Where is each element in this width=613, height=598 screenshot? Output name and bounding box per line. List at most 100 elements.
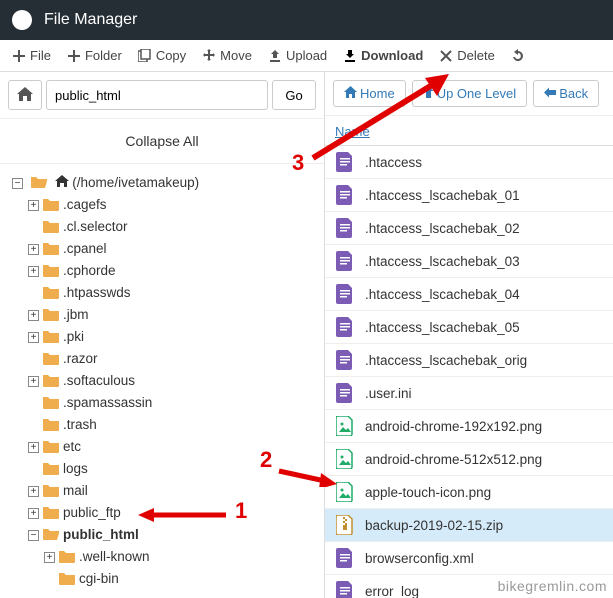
- tree-item-label[interactable]: .spamassassin: [63, 395, 152, 410]
- toggle-icon[interactable]: +: [28, 486, 39, 497]
- tree-item[interactable]: cgi-bin: [44, 568, 320, 590]
- copy-button[interactable]: Copy: [130, 44, 194, 67]
- file-row[interactable]: backup-2019-02-15.zip: [325, 509, 613, 542]
- tree-item-label[interactable]: public_ftp: [63, 505, 121, 520]
- file-type-icon: [335, 481, 355, 503]
- folder-icon: [43, 350, 59, 364]
- folder-icon: [43, 306, 59, 320]
- toggle-icon[interactable]: +: [28, 332, 39, 343]
- toggle-icon[interactable]: +: [44, 552, 55, 563]
- toggle-icon[interactable]: +: [28, 244, 39, 255]
- go-button[interactable]: Go: [272, 80, 316, 110]
- tree-item-label[interactable]: .razor: [63, 351, 98, 366]
- tree-item-label[interactable]: .jbm: [63, 307, 89, 322]
- restore-button[interactable]: [503, 45, 525, 67]
- move-button[interactable]: Move: [194, 44, 260, 67]
- tree-item[interactable]: .spamassassin: [28, 392, 320, 414]
- home-icon: [344, 86, 357, 101]
- download-button[interactable]: Download: [335, 44, 431, 67]
- folder-icon: [43, 482, 59, 496]
- file-type-icon: [335, 514, 355, 536]
- tree-item[interactable]: + .well-known: [44, 546, 320, 568]
- tree-item[interactable]: + .cpanel: [28, 238, 320, 260]
- tree-item-label[interactable]: cgi-bin: [79, 571, 119, 586]
- folder-icon: [43, 416, 59, 430]
- tree-item-label[interactable]: mail: [63, 483, 88, 498]
- tree-item[interactable]: + mail: [28, 480, 320, 502]
- toggle-icon[interactable]: +: [28, 266, 39, 277]
- toggle-icon[interactable]: −: [12, 178, 23, 189]
- tree-item[interactable]: .trash: [28, 414, 320, 436]
- nav-up-button[interactable]: Up One Level: [412, 80, 528, 107]
- file-name: browserconfig.xml: [365, 551, 474, 566]
- file-name: .htaccess_lscachebak_orig: [365, 353, 527, 368]
- file-row[interactable]: .htaccess_lscachebak_01: [325, 179, 613, 212]
- upload-button[interactable]: Upload: [260, 44, 335, 67]
- new-file-button[interactable]: File: [4, 44, 59, 67]
- file-row[interactable]: .htaccess: [325, 146, 613, 179]
- arrow-left-icon: [544, 86, 556, 101]
- tree-item-label[interactable]: etc: [63, 439, 81, 454]
- tree-item-label[interactable]: .cphorde: [63, 263, 116, 278]
- toggle-icon[interactable]: +: [28, 376, 39, 387]
- nav-home-button[interactable]: Home: [333, 80, 406, 107]
- nav-back-button[interactable]: Back: [533, 80, 599, 107]
- tree-item[interactable]: + .pki: [28, 326, 320, 348]
- tree-item-current[interactable]: − public_html + .well-known cgi-bin: [28, 524, 320, 590]
- tree-item-label[interactable]: .well-known: [79, 549, 150, 564]
- tree-item-label[interactable]: .htpasswds: [63, 285, 131, 300]
- toggle-icon[interactable]: −: [28, 530, 39, 541]
- file-row[interactable]: apple-touch-icon.png: [325, 476, 613, 509]
- folder-open-icon: [43, 526, 59, 540]
- plus-icon: [12, 49, 26, 63]
- tree-item[interactable]: + .softaculous: [28, 370, 320, 392]
- tree-item-label[interactable]: .pki: [63, 329, 84, 344]
- file-row[interactable]: android-chrome-512x512.png: [325, 443, 613, 476]
- collapse-all-button[interactable]: Collapse All: [0, 119, 324, 164]
- toggle-icon[interactable]: +: [28, 200, 39, 211]
- app-header: File Manager: [0, 0, 613, 40]
- restore-icon: [511, 49, 525, 63]
- tree-item-label[interactable]: .softaculous: [63, 373, 135, 388]
- new-folder-button[interactable]: Folder: [59, 44, 130, 67]
- tree-item[interactable]: .cl.selector: [28, 216, 320, 238]
- tree-item[interactable]: + .cphorde: [28, 260, 320, 282]
- tree-item-label[interactable]: .cagefs: [63, 197, 107, 212]
- tree-item[interactable]: logs: [28, 458, 320, 480]
- file-type-icon: [335, 349, 355, 371]
- file-name: android-chrome-512x512.png: [365, 452, 542, 467]
- column-name[interactable]: Name: [335, 124, 370, 139]
- file-row[interactable]: .htaccess_lscachebak_05: [325, 311, 613, 344]
- tree-root[interactable]: − (/home/ivetamakeup) + .cagefs .cl.select…: [12, 172, 320, 590]
- file-row[interactable]: .htaccess_lscachebak_02: [325, 212, 613, 245]
- tree-item[interactable]: + .jbm: [28, 304, 320, 326]
- tree-item-label[interactable]: .trash: [63, 417, 97, 432]
- path-input[interactable]: [46, 80, 268, 110]
- tree-item[interactable]: + public_ftp: [28, 502, 320, 524]
- file-row[interactable]: .user.ini: [325, 377, 613, 410]
- nav-home-label: Home: [360, 86, 395, 101]
- file-row[interactable]: browserconfig.xml: [325, 542, 613, 575]
- delete-button[interactable]: Delete: [431, 44, 503, 67]
- tree-root-label[interactable]: (/home/ivetamakeup): [72, 175, 199, 190]
- file-row[interactable]: .htaccess_lscachebak_03: [325, 245, 613, 278]
- tree-item[interactable]: + etc: [28, 436, 320, 458]
- tree-item-label[interactable]: logs: [63, 461, 88, 476]
- file-row[interactable]: .htaccess_lscachebak_orig: [325, 344, 613, 377]
- home-path-button[interactable]: [8, 80, 42, 110]
- tree-item-label[interactable]: .cl.selector: [63, 219, 128, 234]
- tree-item-label[interactable]: public_html: [63, 527, 139, 542]
- tree-item[interactable]: .htpasswds: [28, 282, 320, 304]
- tree-item[interactable]: .razor: [28, 348, 320, 370]
- toolbar: File Folder Copy Move Upload Download De…: [0, 40, 613, 72]
- toggle-icon[interactable]: +: [28, 442, 39, 453]
- file-row[interactable]: .htaccess_lscachebak_04: [325, 278, 613, 311]
- toggle-icon[interactable]: +: [28, 508, 39, 519]
- tree-item[interactable]: + .cagefs: [28, 194, 320, 216]
- toggle-icon[interactable]: +: [28, 310, 39, 321]
- copy-label: Copy: [156, 48, 186, 63]
- upload-icon: [268, 49, 282, 63]
- right-pane: Home Up One Level Back Name .htaccess.ht…: [325, 72, 613, 598]
- file-row[interactable]: android-chrome-192x192.png: [325, 410, 613, 443]
- tree-item-label[interactable]: .cpanel: [63, 241, 107, 256]
